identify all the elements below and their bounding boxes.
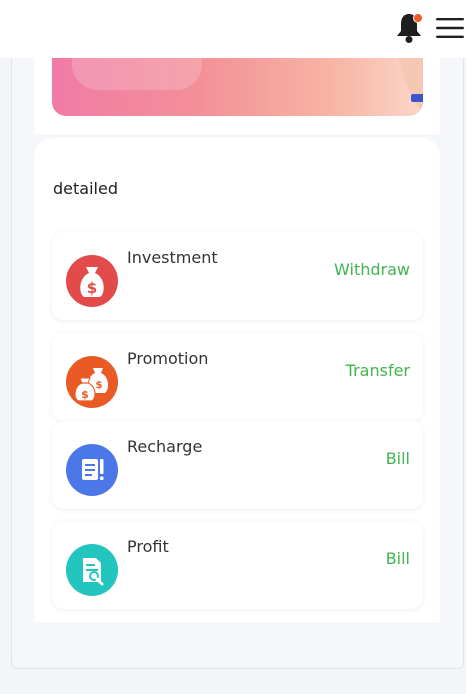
money-bags-icon: $ $ [66, 356, 118, 408]
list-item-investment[interactable]: $ Investment Withdraw [52, 232, 423, 320]
money-bag-icon: $ [66, 255, 118, 307]
notification-badge [413, 13, 423, 23]
list-item-promotion[interactable]: $ $ Promotion Transfer [52, 333, 423, 421]
hamburger-menu-icon[interactable] [434, 14, 466, 42]
withdraw-link[interactable]: Withdraw [334, 260, 410, 279]
item-label: Promotion [127, 349, 209, 368]
transfer-link[interactable]: Transfer [346, 361, 410, 380]
item-label: Recharge [127, 437, 203, 456]
document-search-icon [66, 544, 118, 596]
bill-link[interactable]: Bill [386, 549, 410, 568]
hand-illustration-icon [398, 58, 423, 112]
item-label: Profit [127, 537, 169, 556]
top-bar [0, 0, 466, 58]
receipt-icon [66, 444, 118, 496]
svg-text:$: $ [81, 388, 89, 401]
bill-link[interactable]: Bill [386, 449, 410, 468]
banner-pill [72, 58, 202, 90]
item-label: Investment [127, 248, 218, 267]
section-title: detailed [53, 179, 118, 198]
svg-text:$: $ [96, 380, 103, 391]
list-item-recharge[interactable]: Recharge Bill [52, 421, 423, 509]
list-item-profit[interactable]: Profit Bill [52, 521, 423, 609]
promo-banner[interactable] [52, 58, 423, 116]
svg-text:$: $ [87, 279, 97, 297]
